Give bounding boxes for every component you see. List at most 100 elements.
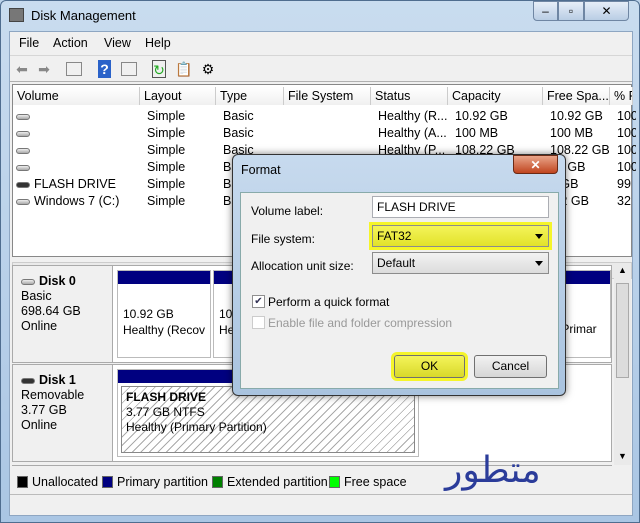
menu-help[interactable]: Help [145,36,171,50]
action-pane-icon[interactable] [121,62,137,76]
menu-action[interactable]: Action [53,36,88,50]
forward-icon[interactable]: ➡ [35,60,53,78]
quick-format-checkbox[interactable]: ✔ [252,295,265,308]
settings-icon[interactable]: ⚙ [199,60,217,78]
scroll-thumb[interactable] [616,283,629,378]
dialog-title: Format [241,163,281,177]
cell-text: 10.92 GB [550,109,603,123]
file-system-value: FAT32 [377,229,412,243]
cell-text: Simple [147,143,186,157]
disk-1-label[interactable]: Disk 1 Removable 3.77 GB Online [13,365,113,461]
partition-recovery[interactable]: 10.92 GB Healthy (Recov [117,270,211,358]
menu-view[interactable]: View [104,36,131,50]
file-system-select[interactable]: FAT32 [369,222,552,250]
watermark-logo: متطور [445,450,541,491]
status-bar [10,494,632,515]
menu-file[interactable]: File [19,36,39,50]
legend-swatch [212,476,223,488]
scroll-up-icon[interactable]: ▲ [618,265,627,275]
cell-text: 100 [617,143,636,157]
volume-label-input[interactable]: FLASH DRIVE [372,196,549,218]
close-button[interactable]: ✕ [584,1,629,21]
chevron-down-icon [535,234,543,239]
table-cell: Basic [223,126,289,140]
column-capacity[interactable]: Capacity [448,87,543,105]
partition-status: Healthy (Primary Partition) [126,420,267,434]
table-cell: 99 [617,177,636,191]
cell-text: Healthy (A... [378,126,447,140]
legend-swatch [102,476,113,488]
table-cell: 100 [617,160,636,174]
cell-text: Healthy (R... [378,109,448,123]
scroll-down-icon[interactable]: ▼ [618,451,627,461]
disk-1-size: 3.77 GB [21,403,67,417]
allocation-unit-select[interactable]: Default [372,252,549,274]
cell-text: Simple [147,160,186,174]
allocation-unit-value: Default [377,256,416,270]
refresh-icon[interactable]: ↻ [152,60,166,78]
table-cell: Simple [147,109,221,123]
file-system-label: File system: [251,232,316,246]
help-icon[interactable]: ? [98,60,111,78]
column-status[interactable]: Status [371,87,448,105]
disk-0-state: Online [21,319,58,333]
volume-label-label: Volume label: [251,204,324,218]
disk-0-name: Disk 0 [21,274,112,289]
disk-1-title: Disk 1 [39,373,76,387]
disk-0-title: Disk 0 [39,274,76,288]
dialog-body: Volume label: FLASH DRIVE File system: F… [240,192,559,389]
toolbar: ⬅ ➡ ? ↻ 📋 ⚙ [10,55,632,82]
vertical-scrollbar[interactable]: ▲ ▼ [614,265,631,465]
volume-cell [16,143,141,157]
disk-0-label[interactable]: Disk 0 Basic 698.64 GB Online [13,266,113,362]
cell-text: Windows 7 (C:) [34,194,120,208]
table-cell: Simple [147,160,221,174]
table-cell: Simple [147,194,221,208]
cell-text: Simple [147,109,186,123]
back-icon[interactable]: ⬅ [13,60,31,78]
console-tree-icon[interactable] [66,62,82,76]
table-cell: Basic [223,109,289,123]
maximize-button[interactable]: ▫ [558,1,584,21]
partition-status: Healthy (Recov [123,323,206,337]
ok-button[interactable]: OK [391,352,468,381]
table-cell: 100 MB [550,126,615,140]
cell-text: 10.92 GB [455,109,508,123]
legend-swatch [17,476,28,488]
allocation-unit-label: Allocation unit size: [251,259,354,273]
cell-text: Simple [147,194,186,208]
cell-text: 99 [617,177,631,191]
volume-cell [16,126,141,140]
legend-swatch [329,476,340,488]
disk-0-type: Basic [21,289,52,303]
column-layout[interactable]: Layout [140,87,216,105]
removable-drive-icon [16,181,30,188]
cancel-button[interactable]: Cancel [474,355,547,378]
cell-text: FLASH DRIVE [34,177,116,191]
drive-icon [16,113,30,120]
column-type[interactable]: Type [216,87,284,105]
volume-cell [16,160,141,174]
column-free-space[interactable]: Free Spa... [543,87,610,105]
table-cell: 100 [617,143,636,157]
drive-icon [16,130,30,137]
cell-text: Simple [147,177,186,191]
dialog-close-button[interactable]: ✕ [513,155,558,174]
disk-1-type: Removable [21,388,85,402]
volume-cell: Windows 7 (C:) [16,194,141,208]
cell-text: 100 [617,109,636,123]
column-percent-free[interactable]: % F [610,87,633,105]
legend-unallocated: Unallocated [32,475,99,489]
partition-size: 10.92 GB [123,307,174,321]
legend-extended: Extended partition [227,475,328,489]
cell-text: 100 [617,126,636,140]
table-cell: 100 [617,109,636,123]
table-cell: 10.92 GB [455,109,548,123]
compression-checkbox[interactable] [252,316,265,329]
properties-icon[interactable]: 📋 [175,60,193,78]
column-file-system[interactable]: File System [284,87,371,105]
table-cell: Healthy (R... [378,109,453,123]
table-cell: Simple [147,126,221,140]
minimize-button[interactable]: ‒ [533,1,558,21]
column-volume[interactable]: Volume [13,87,140,105]
